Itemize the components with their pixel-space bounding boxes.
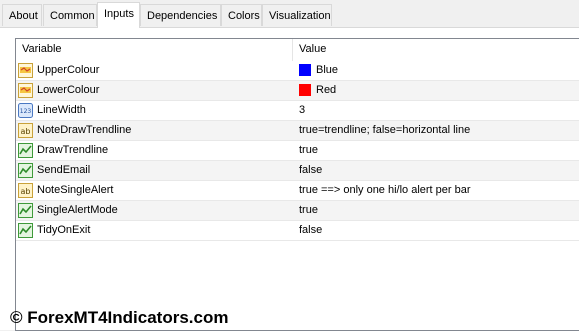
param-row-singlealertmode[interactable]: SingleAlertMode true bbox=[16, 201, 579, 221]
param-name: NoteSingleAlert bbox=[37, 184, 114, 196]
bool-param-icon bbox=[18, 163, 33, 178]
param-value[interactable]: true=trendline; false=horizontal line bbox=[299, 124, 470, 136]
param-value[interactable]: Blue bbox=[316, 64, 338, 76]
param-name: NoteDrawTrendline bbox=[37, 124, 132, 136]
tab-inputs[interactable]: Inputs bbox=[97, 2, 140, 28]
bool-param-icon bbox=[18, 223, 33, 238]
color-swatch[interactable] bbox=[299, 64, 311, 76]
param-value[interactable]: 3 bbox=[299, 104, 305, 116]
bool-param-icon bbox=[18, 143, 33, 158]
tab-about[interactable]: About bbox=[2, 4, 42, 26]
svg-text:123: 123 bbox=[20, 108, 32, 115]
color-param-icon bbox=[18, 83, 33, 98]
inputs-panel: Variable Value UpperColour Blue LowerColou… bbox=[0, 27, 579, 331]
param-value[interactable]: false bbox=[299, 164, 322, 176]
header-separator[interactable] bbox=[292, 39, 293, 61]
param-row-uppercolour[interactable]: UpperColour Blue bbox=[16, 61, 579, 81]
param-name: DrawTrendline bbox=[37, 144, 109, 156]
color-param-icon bbox=[18, 63, 33, 78]
param-row-notedrawtrendline[interactable]: ab NoteDrawTrendline true=trendline; false… bbox=[16, 121, 579, 141]
inputs-grid: Variable Value UpperColour Blue LowerColou… bbox=[15, 38, 579, 331]
param-value[interactable]: true bbox=[299, 144, 318, 156]
param-value[interactable]: true bbox=[299, 204, 318, 216]
param-value[interactable]: false bbox=[299, 224, 322, 236]
header-variable[interactable]: Variable bbox=[22, 43, 62, 55]
param-name: UpperColour bbox=[37, 64, 100, 76]
tab-bar: About Common Inputs Dependencies Colors … bbox=[0, 0, 579, 28]
param-name: LineWidth bbox=[37, 104, 86, 116]
svg-text:ab: ab bbox=[21, 187, 31, 196]
string-param-icon: ab bbox=[18, 183, 33, 198]
integer-param-icon: 123 bbox=[18, 103, 33, 118]
param-value[interactable]: Red bbox=[316, 84, 336, 96]
param-row-drawtrendline[interactable]: DrawTrendline true bbox=[16, 141, 579, 161]
param-name: TidyOnExit bbox=[37, 224, 91, 236]
param-name: LowerColour bbox=[37, 84, 100, 96]
param-value[interactable]: true ==> only one hi/lo alert per bar bbox=[299, 184, 471, 196]
header-value[interactable]: Value bbox=[299, 43, 326, 55]
color-swatch[interactable] bbox=[299, 84, 311, 96]
param-row-tidyonexit[interactable]: TidyOnExit false bbox=[16, 221, 579, 241]
param-row-linewidth[interactable]: 123 LineWidth 3 bbox=[16, 101, 579, 121]
param-name: SingleAlertMode bbox=[37, 204, 118, 216]
tab-common[interactable]: Common bbox=[43, 4, 97, 26]
tab-visualization[interactable]: Visualization bbox=[262, 4, 332, 26]
param-row-sendemail[interactable]: SendEmail false bbox=[16, 161, 579, 181]
param-row-notesinglealert[interactable]: ab NoteSingleAlert true ==> only one hi/lo… bbox=[16, 181, 579, 201]
param-name: SendEmail bbox=[37, 164, 91, 176]
watermark: © ForexMT4Indicators.com bbox=[10, 308, 229, 327]
string-param-icon: ab bbox=[18, 123, 33, 138]
param-row-lowercolour[interactable]: LowerColour Red bbox=[16, 81, 579, 101]
bool-param-icon bbox=[18, 203, 33, 218]
svg-text:ab: ab bbox=[21, 127, 31, 136]
tab-colors[interactable]: Colors bbox=[221, 4, 262, 26]
grid-header: Variable Value bbox=[16, 39, 579, 61]
tab-dependencies[interactable]: Dependencies bbox=[140, 4, 221, 26]
